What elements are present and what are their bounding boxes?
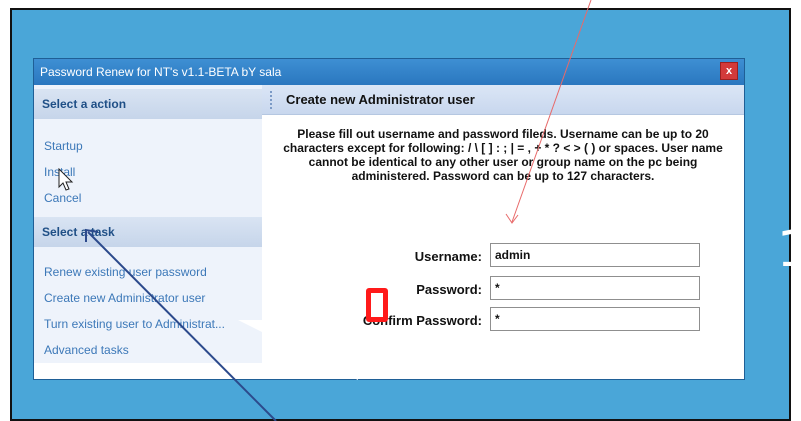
username-field[interactable]: admin	[490, 243, 700, 267]
sidebar: Select a action Startup Install Cancel S…	[34, 85, 262, 363]
panel-header: Create new Administrator user	[262, 85, 744, 115]
panel-title: Create new Administrator user	[286, 92, 475, 107]
window-title: Password Renew for NT's v1.1-BETA bY sal…	[40, 65, 282, 79]
red-highlight-box	[366, 288, 388, 322]
sidebar-item-turn-admin[interactable]: Turn existing user to Administrat...	[44, 317, 225, 331]
window-titlebar: Password Renew for NT's v1.1-BETA bY sal…	[34, 59, 744, 85]
sidebar-item-startup[interactable]: Startup	[44, 139, 83, 153]
username-label: Username:	[414, 249, 482, 264]
grip-icon	[270, 91, 274, 109]
action-section-header: Select a action	[34, 89, 262, 119]
sidebar-item-advanced[interactable]: Advanced tasks	[44, 343, 129, 357]
sidebar-item-create-admin[interactable]: Create new Administrator user	[44, 291, 205, 305]
instructions-text: Please fill out username and password fi…	[283, 127, 723, 183]
sidebar-item-cancel[interactable]: Cancel	[44, 191, 81, 205]
slide-number: 1	[777, 220, 801, 278]
sidebar-item-renew-password[interactable]: Renew existing user password	[44, 265, 207, 279]
password-field[interactable]: *	[490, 276, 700, 300]
confirm-password-field[interactable]: *	[490, 307, 700, 331]
task-section-header: Select a task	[34, 217, 262, 247]
close-icon[interactable]: x	[720, 62, 738, 80]
cursor-icon	[58, 168, 74, 191]
app-window: Password Renew for NT's v1.1-BETA bY sal…	[33, 58, 745, 380]
